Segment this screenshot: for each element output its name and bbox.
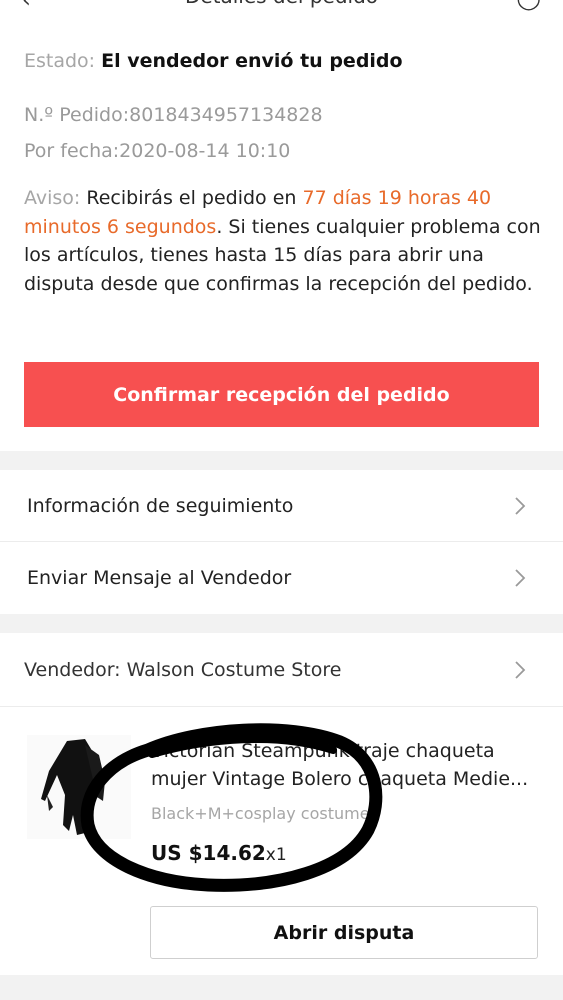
product-title[interactable]: Victorian Steampunk traje chaqueta mujer… bbox=[151, 737, 543, 793]
confirm-receipt-button[interactable]: Confirmar recepción del pedido bbox=[24, 362, 539, 427]
order-status: Estado: El vendedor envió tu pedido bbox=[24, 50, 403, 72]
notice-label: Aviso: bbox=[24, 187, 81, 209]
chevron-right-icon bbox=[515, 569, 526, 587]
tracking-info-row[interactable]: Información de seguimiento bbox=[0, 470, 563, 541]
quantity: x1 bbox=[265, 845, 287, 865]
message-seller-row[interactable]: Enviar Mensaje al Vendedor bbox=[0, 542, 563, 614]
chat-icon[interactable]: ◯ bbox=[516, 0, 541, 11]
message-seller-label: Enviar Mensaje al Vendedor bbox=[27, 567, 292, 589]
row-divider bbox=[0, 706, 563, 707]
open-dispute-button[interactable]: Abrir disputa bbox=[150, 906, 538, 959]
section-divider bbox=[0, 614, 563, 633]
section-divider bbox=[0, 975, 563, 1000]
product-image[interactable] bbox=[27, 735, 131, 839]
chevron-right-icon bbox=[515, 660, 526, 679]
status-label: Estado: bbox=[24, 50, 96, 72]
seller-row[interactable]: Vendedor: Walson Costume Store bbox=[0, 633, 563, 706]
tracking-info-label: Información de seguimiento bbox=[27, 494, 294, 517]
top-bar: ‹ Detalles del pedido ◯ bbox=[0, 0, 563, 14]
seller-name: Vendedor: Walson Costume Store bbox=[24, 658, 342, 681]
delivery-notice: Aviso: Recibirás el pedido en 77 días 19… bbox=[24, 184, 544, 298]
section-divider bbox=[0, 451, 563, 470]
page-title: Detalles del pedido bbox=[0, 0, 563, 8]
product-price: US $14.62x1 bbox=[151, 841, 287, 865]
order-date: Por fecha:2020-08-14 10:10 bbox=[24, 140, 291, 162]
chevron-right-icon bbox=[515, 496, 526, 515]
order-number: N.º Pedido:8018434957134828 bbox=[24, 104, 323, 126]
price-value: US $14.62 bbox=[151, 841, 266, 865]
status-value: El vendedor envió tu pedido bbox=[101, 50, 403, 72]
product-variant: Black+M+cosplay costume bbox=[151, 804, 370, 823]
notice-prefix: Recibirás el pedido en bbox=[80, 187, 303, 209]
